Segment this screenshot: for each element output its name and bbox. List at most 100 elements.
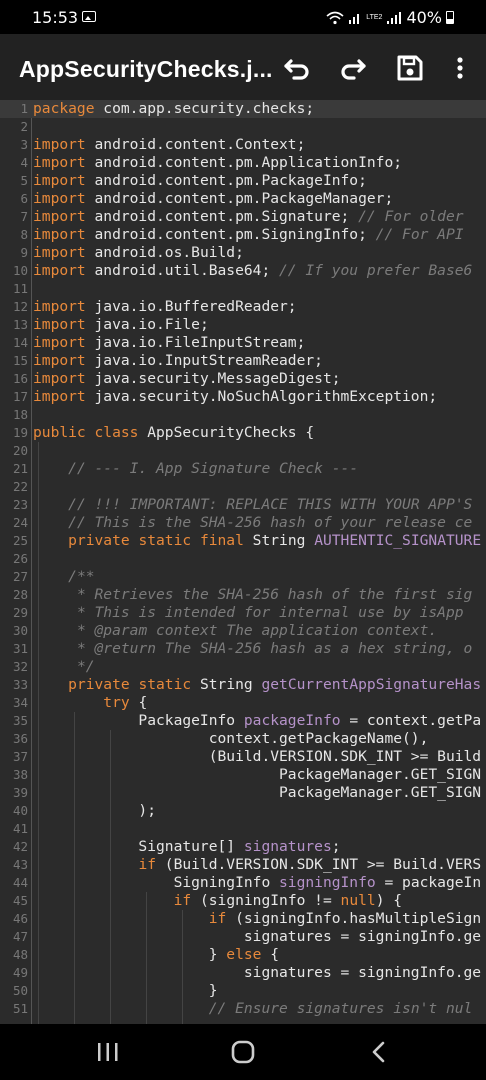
code-text: ); xyxy=(33,802,156,820)
code-line[interactable]: 24 // This is the SHA-256 hash of your r… xyxy=(0,514,486,532)
code-token: } xyxy=(33,982,218,999)
code-line[interactable]: 11 xyxy=(0,280,486,298)
code-line[interactable]: 28 * Retrieves the SHA-256 hash of the f… xyxy=(0,586,486,604)
code-line[interactable]: 41 xyxy=(0,820,486,838)
code-line[interactable]: 49 signatures = signingInfo.ge xyxy=(0,964,486,982)
code-text: /** xyxy=(33,568,95,586)
comment-token: /** xyxy=(68,568,95,585)
code-text: import android.content.pm.Signature; // … xyxy=(33,208,464,226)
code-line[interactable]: 23 // !!! IMPORTANT: REPLACE THIS WITH Y… xyxy=(0,496,486,514)
keyword-token: import xyxy=(33,190,86,207)
code-line[interactable]: 18 xyxy=(0,406,486,424)
code-line[interactable]: 13 import java.io.File; xyxy=(0,316,486,334)
code-line[interactable]: 43 if (Build.VERSION.SDK_INT >= Build.VE… xyxy=(0,856,486,874)
code-line[interactable]: 19 public class AppSecurityChecks { xyxy=(0,424,486,442)
code-line[interactable]: 37 (Build.VERSION.SDK_INT >= Build xyxy=(0,748,486,766)
line-number: 33 xyxy=(12,677,28,692)
code-line[interactable]: 2 xyxy=(0,118,486,136)
code-line[interactable]: 45 if (signingInfo != null) { xyxy=(0,892,486,910)
code-line[interactable]: 15 import java.io.InputStreamReader; xyxy=(0,352,486,370)
line-number: 37 xyxy=(12,749,28,764)
code-text: * @return The SHA-256 hash as a hex stri… xyxy=(33,640,472,658)
redo-icon[interactable] xyxy=(337,52,369,84)
line-number: 9 xyxy=(20,245,28,260)
code-line[interactable]: 32 */ xyxy=(0,658,486,676)
undo-icon[interactable] xyxy=(281,52,313,84)
code-line[interactable]: 1 package com.app.security.checks; xyxy=(0,100,486,118)
code-editor[interactable]: 1 package com.app.security.checks; 2 3 impor… xyxy=(0,100,486,1024)
code-token: (signingInfo.hasMultipleSign xyxy=(226,910,482,927)
code-line[interactable]: 33 private static String getCurrentAppSi… xyxy=(0,676,486,694)
line-number: 36 xyxy=(12,731,28,746)
file-title: AppSecurityChecks.j... xyxy=(19,56,273,82)
line-number: 34 xyxy=(12,695,28,710)
keyword-token: import xyxy=(33,316,86,333)
code-line[interactable]: 17 import java.security.NoSuchAlgorithmEx… xyxy=(0,388,486,406)
image-icon xyxy=(82,11,96,22)
code-line[interactable]: 47 signatures = signingInfo.ge xyxy=(0,928,486,946)
code-line[interactable]: 20 xyxy=(0,442,486,460)
code-line[interactable]: 10 import android.util.Base64; // If you … xyxy=(0,262,486,280)
line-number: 16 xyxy=(12,371,28,386)
code-token: android.content.pm.PackageManager; xyxy=(85,190,394,207)
code-text: } else { xyxy=(33,946,279,964)
code-line[interactable]: 36 context.getPackageName(), xyxy=(0,730,486,748)
code-text: try { xyxy=(33,694,147,712)
more-vert-icon[interactable] xyxy=(444,52,476,84)
code-line[interactable]: 42 Signature[] signatures; xyxy=(0,838,486,856)
code-text: PackageManager.GET_SIGN xyxy=(33,784,481,802)
code-line[interactable]: 29 * This is intended for internal use b… xyxy=(0,604,486,622)
code-text: import java.io.File; xyxy=(33,316,209,334)
code-line[interactable]: 9 import android.os.Build; xyxy=(0,244,486,262)
line-number: 19 xyxy=(12,425,28,440)
code-text: import android.content.pm.PackageInfo; xyxy=(33,172,367,190)
code-text: import android.content.pm.PackageManager… xyxy=(33,190,393,208)
code-text: SigningInfo signingInfo = packageIn xyxy=(33,874,482,892)
code-line[interactable]: 7 import android.content.pm.Signature; //… xyxy=(0,208,486,226)
code-line[interactable]: 30 * @param context The application cont… xyxy=(0,622,486,640)
comment-token: // For older xyxy=(358,208,464,225)
home-icon[interactable] xyxy=(228,1038,258,1066)
code-line[interactable]: 26 xyxy=(0,550,486,568)
status-bar: 15:53 LTE2 40% xyxy=(0,0,486,34)
code-text: if (signingInfo.hasMultipleSign xyxy=(33,910,481,928)
code-line[interactable]: 46 if (signingInfo.hasMultipleSign xyxy=(0,910,486,928)
line-number: 35 xyxy=(12,713,28,728)
code-text: package com.app.security.checks; xyxy=(33,100,314,118)
code-line[interactable]: 27 /** xyxy=(0,568,486,586)
code-line[interactable]: 8 import android.content.pm.SigningInfo; … xyxy=(0,226,486,244)
code-line[interactable]: 22 xyxy=(0,478,486,496)
code-line[interactable]: 5 import android.content.pm.PackageInfo; xyxy=(0,172,486,190)
code-line[interactable]: 25 private static final String AUTHENTIC… xyxy=(0,532,486,550)
code-line[interactable]: 40 ); xyxy=(0,802,486,820)
line-number: 39 xyxy=(12,785,28,800)
code-line[interactable]: 6 import android.content.pm.PackageManage… xyxy=(0,190,486,208)
line-number: 26 xyxy=(12,551,28,566)
code-line[interactable]: 4 import android.content.pm.ApplicationIn… xyxy=(0,154,486,172)
code-line[interactable]: 48 } else { xyxy=(0,946,486,964)
code-line[interactable]: 39 PackageManager.GET_SIGN xyxy=(0,784,486,802)
code-line[interactable]: 35 PackageInfo packageInfo = context.get… xyxy=(0,712,486,730)
code-line[interactable]: 31 * @return The SHA-256 hash as a hex s… xyxy=(0,640,486,658)
code-line[interactable]: 44 SigningInfo signingInfo = packageIn xyxy=(0,874,486,892)
code-token: Signature[] xyxy=(33,838,244,855)
save-icon[interactable] xyxy=(394,52,426,84)
code-line[interactable]: 50 } xyxy=(0,982,486,1000)
identifier-token: getCurrentAppSignatureHas xyxy=(261,676,482,693)
code-line[interactable]: 3 import android.content.Context; xyxy=(0,136,486,154)
code-line[interactable]: 12 import java.io.BufferedReader; xyxy=(0,298,486,316)
code-line[interactable]: 21 // --- I. App Signature Check --- xyxy=(0,460,486,478)
code-line[interactable]: 14 import java.io.FileInputStream; xyxy=(0,334,486,352)
back-icon[interactable] xyxy=(364,1038,394,1066)
code-token: android.content.pm.Signature; xyxy=(85,208,359,225)
recents-icon[interactable] xyxy=(93,1038,123,1066)
code-line[interactable]: 51 // Ensure signatures isn't nul xyxy=(0,1000,486,1018)
code-line[interactable]: 34 try { xyxy=(0,694,486,712)
code-text: // --- I. App Signature Check --- xyxy=(33,460,358,478)
code-line[interactable]: 16 import java.security.MessageDigest; xyxy=(0,370,486,388)
code-line[interactable]: 38 PackageManager.GET_SIGN xyxy=(0,766,486,784)
